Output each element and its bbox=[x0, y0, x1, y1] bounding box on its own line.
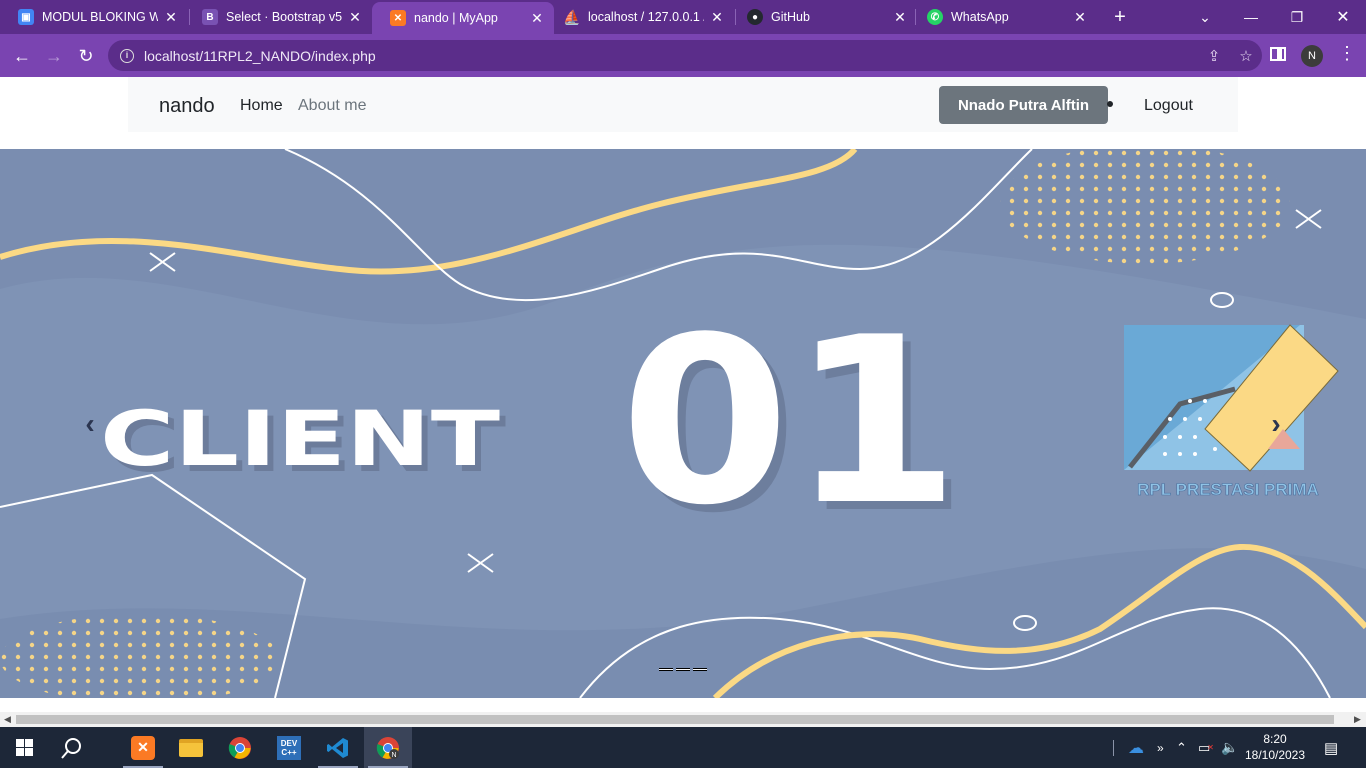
hero-carousel: CLIENT CLIENT 01 01 RPL PRESTASI PRIMA ‹… bbox=[0, 149, 1366, 698]
profile-avatar[interactable]: N bbox=[1301, 45, 1323, 67]
file-explorer-icon[interactable] bbox=[167, 727, 215, 768]
side-panel-icon[interactable] bbox=[1270, 47, 1286, 61]
logout-link[interactable]: Logout bbox=[1144, 97, 1193, 115]
svg-text:CLIENT: CLIENT bbox=[100, 394, 500, 483]
horizontal-scrollbar[interactable]: ◀ ▶ bbox=[0, 712, 1366, 727]
chrome-profile-icon[interactable]: N bbox=[364, 727, 412, 768]
windows-taskbar: ✕ DEV C++ N ☁ » ⌃ ▭ ✕ 🔈 8:20 18/10/2023 ▤ bbox=[0, 727, 1366, 768]
network-icon[interactable]: ▭ ✕ bbox=[1198, 727, 1214, 768]
hero-banner-art: CLIENT CLIENT 01 01 RPL PRESTASI PRIMA bbox=[0, 149, 1366, 698]
tab-label: localhost / 127.0.0.1 / bbox=[588, 10, 704, 24]
tab-nando-myapp[interactable]: ✕ nando | MyApp ✕ bbox=[372, 2, 554, 34]
url-text[interactable]: localhost/11RPL2_NANDO/index.php bbox=[144, 48, 1198, 64]
tab-bootstrap[interactable]: B Select · Bootstrap v5.3 ✕ bbox=[184, 0, 372, 34]
close-icon[interactable]: ✕ bbox=[164, 9, 178, 26]
show-hidden-icons-icon[interactable]: » bbox=[1157, 727, 1164, 768]
volume-muted-icon[interactable]: 🔈 bbox=[1221, 727, 1238, 768]
close-icon[interactable]: ✕ bbox=[530, 10, 544, 27]
tab-label: MODUL BLOKING WE bbox=[42, 10, 158, 24]
github-icon: ● bbox=[747, 9, 763, 25]
phpmyadmin-icon: ⛵ bbox=[563, 8, 581, 25]
tab-label: nando | MyApp bbox=[414, 11, 498, 25]
nav-link-about[interactable]: About me bbox=[298, 97, 366, 115]
svg-text:N: N bbox=[391, 752, 396, 759]
dot-pattern-top bbox=[1000, 149, 1290, 264]
google-sites-icon: ▣ bbox=[18, 9, 34, 25]
notification-center-icon[interactable]: ▤ bbox=[1324, 727, 1338, 768]
xampp-icon: ✕ bbox=[390, 10, 406, 26]
whatsapp-icon: ✆ bbox=[927, 9, 943, 25]
devc-icon[interactable]: DEV C++ bbox=[265, 727, 313, 768]
carousel-next-button[interactable]: › bbox=[1256, 404, 1296, 444]
menu-kebab-icon[interactable]: ⋮ bbox=[1338, 43, 1356, 64]
carousel-indicator[interactable] bbox=[659, 668, 673, 671]
tab-label: GitHub bbox=[771, 10, 810, 24]
navbar-brand[interactable]: nando bbox=[159, 95, 215, 118]
browser-toolbar: ← → ↻ i localhost/11RPL2_NANDO/index.php… bbox=[0, 34, 1366, 77]
close-window-button[interactable]: ✕ bbox=[1320, 0, 1366, 34]
dropdown-bullet bbox=[1107, 101, 1113, 107]
close-icon[interactable]: ✕ bbox=[348, 9, 362, 26]
scroll-right-icon[interactable]: ▶ bbox=[1354, 714, 1361, 725]
minimize-button[interactable]: — bbox=[1228, 0, 1274, 34]
web-page: nando Home About me Nnado Putra Alftin L… bbox=[0, 77, 1366, 712]
close-icon[interactable]: ✕ bbox=[1073, 9, 1087, 26]
carousel-indicators bbox=[659, 668, 707, 671]
share-icon[interactable]: ⇪ bbox=[1198, 47, 1230, 65]
browser-tab-strip: ▣ MODUL BLOKING WE ✕ B Select · Bootstra… bbox=[0, 0, 1366, 34]
user-name-button[interactable]: Nnado Putra Alftin bbox=[939, 86, 1108, 124]
tab-label: WhatsApp bbox=[951, 10, 1009, 24]
system-clock[interactable]: 8:20 18/10/2023 bbox=[1240, 731, 1310, 763]
carousel-indicator[interactable] bbox=[693, 668, 707, 671]
chevron-up-icon[interactable]: ⌃ bbox=[1176, 727, 1187, 768]
screen: ▣ MODUL BLOKING WE ✕ B Select · Bootstra… bbox=[0, 0, 1366, 768]
hero-word-client: CLIENT CLIENT bbox=[100, 394, 506, 489]
clock-date: 18/10/2023 bbox=[1244, 748, 1306, 762]
site-navbar: nando Home About me Nnado Putra Alftin L… bbox=[128, 77, 1238, 132]
back-button[interactable]: ← bbox=[8, 42, 36, 70]
chrome-icon[interactable] bbox=[216, 727, 264, 768]
carousel-indicator[interactable] bbox=[676, 668, 690, 671]
bootstrap-icon: B bbox=[202, 9, 218, 25]
hero-number: 01 01 bbox=[620, 289, 968, 564]
bookmark-star-icon[interactable]: ☆ bbox=[1230, 47, 1262, 65]
carousel-prev-button[interactable]: ‹ bbox=[70, 404, 110, 444]
onedrive-icon[interactable]: ☁ bbox=[1128, 727, 1144, 768]
tray-divider bbox=[1113, 727, 1114, 768]
tab-label: Select · Bootstrap v5.3 bbox=[226, 10, 342, 24]
scroll-left-icon[interactable]: ◀ bbox=[4, 714, 11, 725]
site-info-icon[interactable]: i bbox=[120, 48, 134, 63]
vscode-icon[interactable] bbox=[314, 727, 362, 768]
tab-whatsapp[interactable]: ✆ WhatsApp ✕ bbox=[909, 0, 1097, 34]
address-bar[interactable]: i localhost/11RPL2_NANDO/index.php ⇪ ☆ bbox=[108, 40, 1262, 71]
tab-search-button[interactable]: ⌄ bbox=[1182, 0, 1228, 34]
forward-button[interactable]: → bbox=[40, 42, 68, 70]
new-tab-button[interactable]: + bbox=[1108, 5, 1132, 29]
restore-button[interactable]: ❐ bbox=[1274, 0, 1320, 34]
reload-button[interactable]: ↻ bbox=[72, 42, 100, 70]
tab-modul-bloking[interactable]: ▣ MODUL BLOKING WE ✕ bbox=[0, 0, 188, 34]
tab-phpmyadmin[interactable]: ⛵ localhost / 127.0.0.1 / ✕ bbox=[546, 0, 734, 34]
clock-time: 8:20 bbox=[1263, 732, 1287, 746]
tab-github[interactable]: ● GitHub ✕ bbox=[729, 0, 917, 34]
nav-link-home[interactable]: Home bbox=[240, 97, 283, 115]
scrollbar-thumb[interactable] bbox=[16, 715, 1334, 724]
windows-start-icon[interactable] bbox=[0, 727, 48, 768]
close-icon[interactable]: ✕ bbox=[710, 9, 724, 26]
search-icon[interactable] bbox=[48, 727, 96, 768]
svg-text:01: 01 bbox=[620, 289, 960, 556]
xampp-icon[interactable]: ✕ bbox=[119, 727, 167, 768]
svg-text:RPL PRESTASI PRIMA: RPL PRESTASI PRIMA bbox=[1137, 480, 1319, 499]
close-icon[interactable]: ✕ bbox=[893, 9, 907, 26]
